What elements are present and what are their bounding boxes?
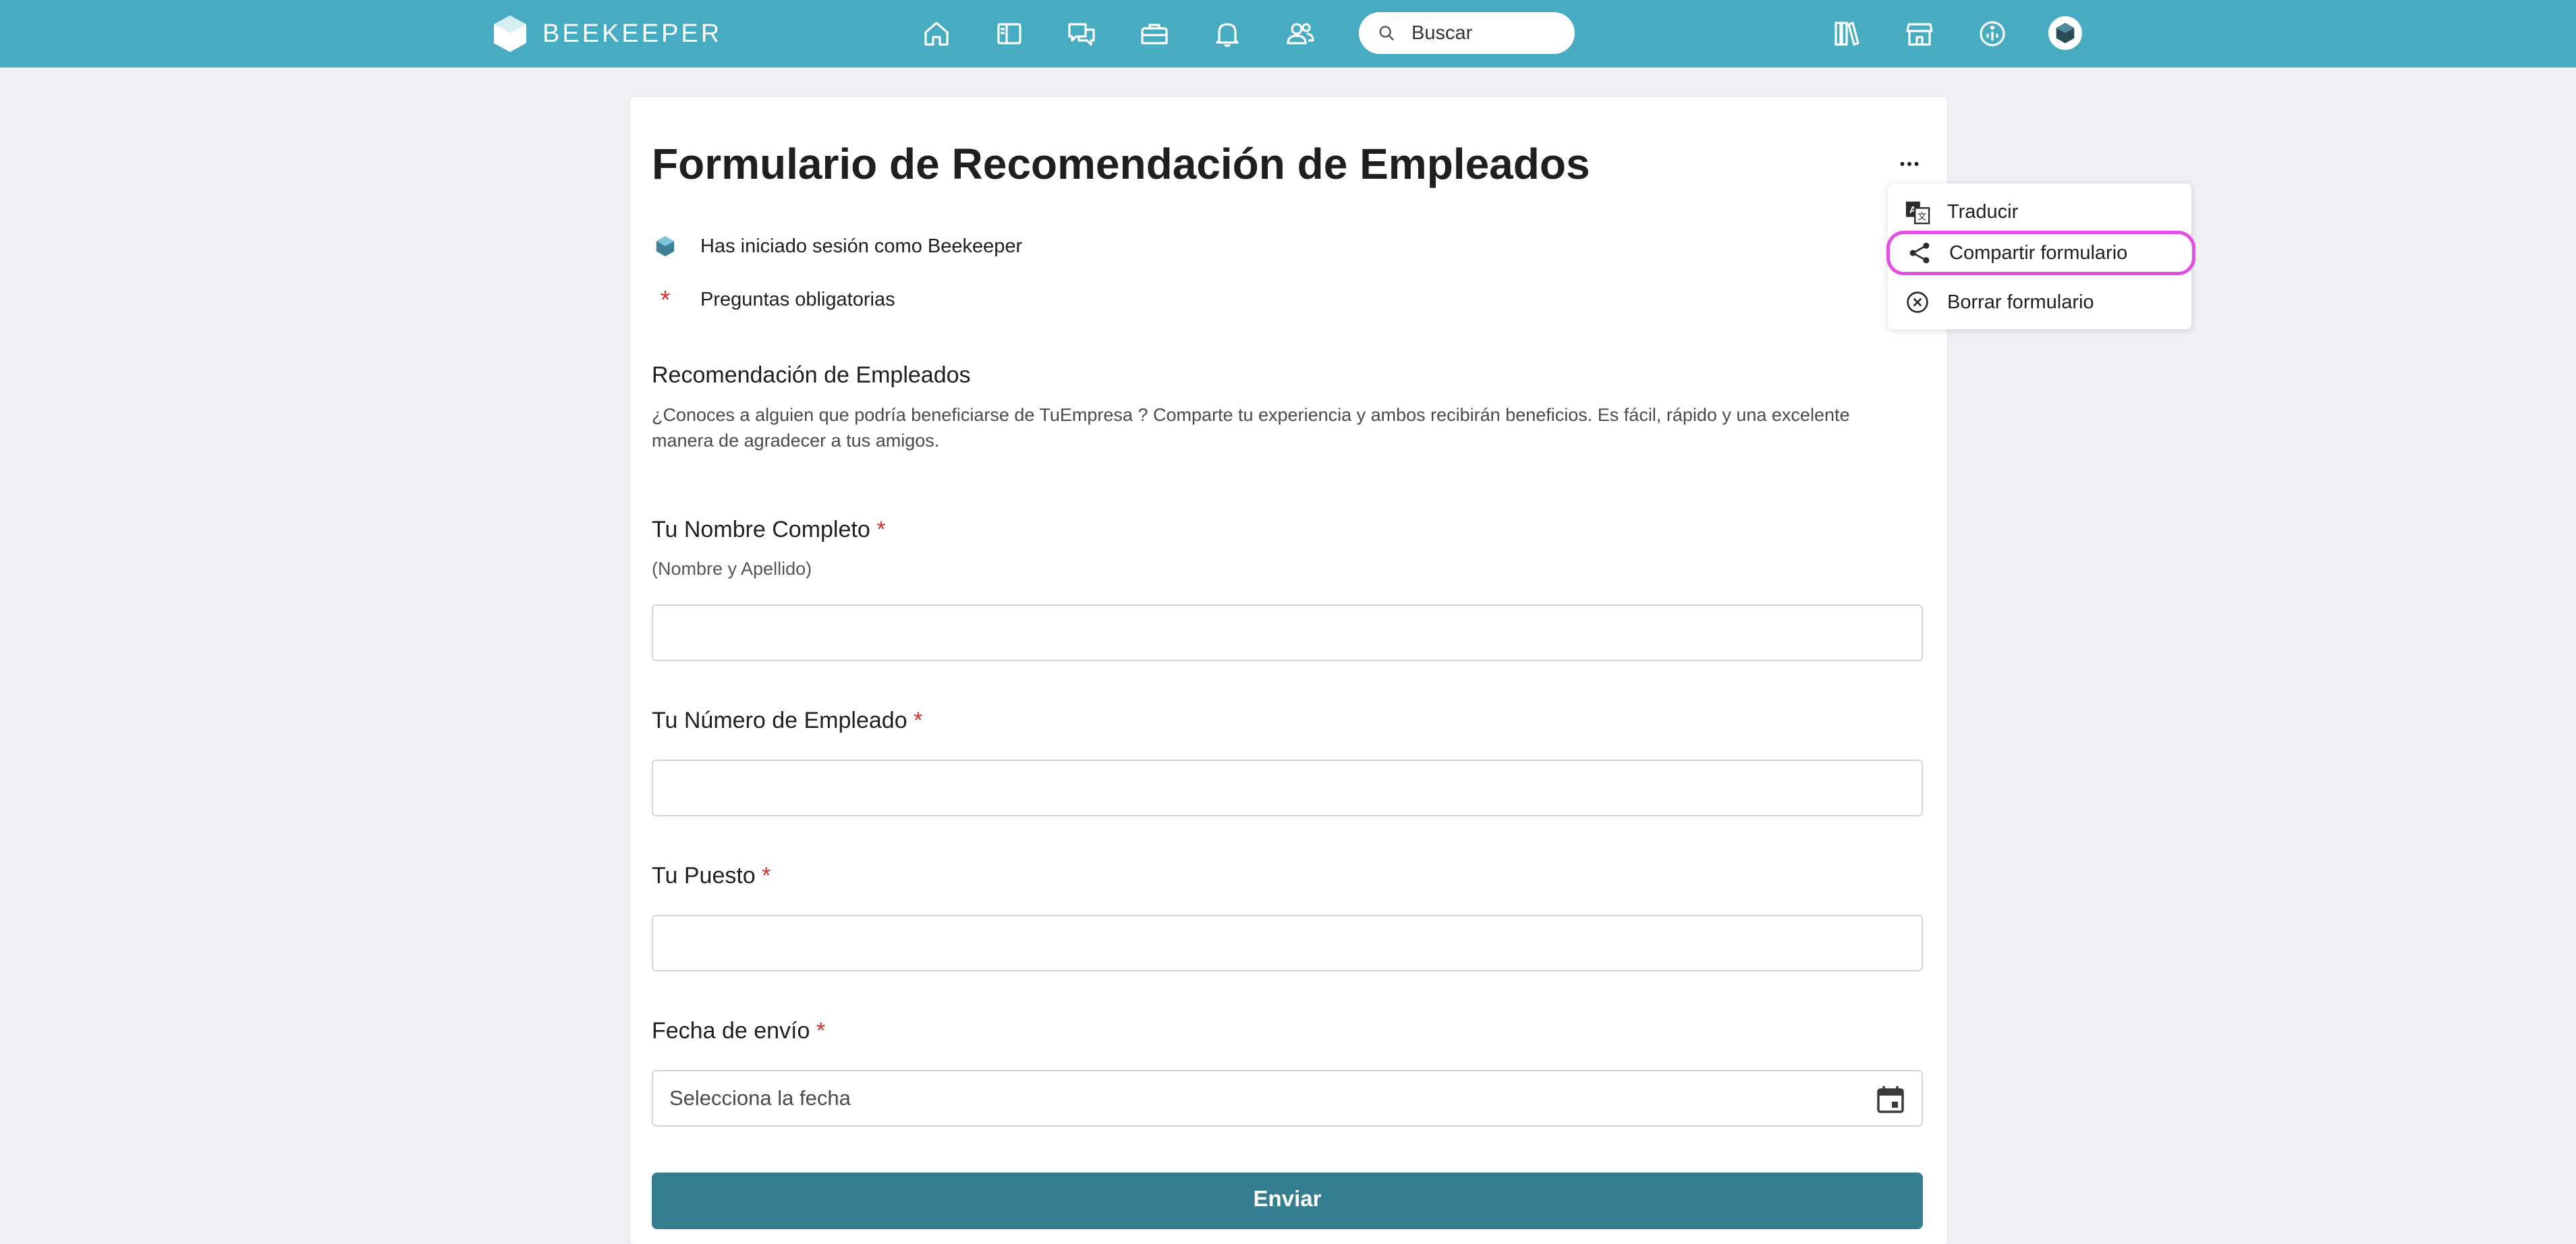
beekeeper-logo-icon: [494, 16, 526, 52]
question-full-name-hint: (Nombre y Apellido): [652, 559, 812, 579]
chats-icon[interactable]: [1063, 15, 1100, 53]
brand-logo[interactable]: BEEKEEPER: [493, 13, 722, 54]
form-card: Formulario de Recomendación de Empleados…: [630, 97, 1947, 1244]
form-title: Formulario de Recomendación de Empleados: [652, 140, 1590, 188]
info-icon[interactable]: [1973, 15, 2011, 53]
notifications-icon[interactable]: [1208, 15, 1246, 53]
required-marker: *: [816, 1018, 826, 1044]
search-input[interactable]: [1410, 21, 1575, 45]
calendar-icon[interactable]: [1874, 1083, 1907, 1116]
menu-item-label: Borrar formulario: [1947, 291, 2094, 313]
store-icon[interactable]: [1901, 15, 1938, 53]
svg-text:文: 文: [1917, 211, 1926, 221]
menu-item-translate[interactable]: A 文 Traducir: [1888, 190, 2191, 234]
employee-number-field[interactable]: [652, 760, 1923, 816]
section-title: Recomendación de Empleados: [652, 362, 971, 388]
required-asterisk-icon: *: [660, 285, 671, 314]
logged-in-user: Beekeeper: [927, 235, 1023, 257]
submission-date-input[interactable]: [653, 1071, 1922, 1125]
toolbox-icon[interactable]: [1136, 15, 1173, 53]
more-options-button[interactable]: [1896, 154, 1923, 174]
menu-item-label: Compartir formulario: [1949, 242, 2128, 264]
brand-name: BEEKEEPER: [542, 19, 723, 48]
beekeeper-hexagon-icon: [656, 235, 675, 257]
menu-item-delete-form[interactable]: Borrar formulario: [1888, 280, 2191, 324]
logged-in-prefix: Has iniciado sesión como: [700, 235, 928, 257]
menu-item-share-form[interactable]: Compartir formulario: [1886, 231, 2195, 275]
search-box[interactable]: [1359, 12, 1575, 54]
required-note-text: Preguntas obligatorias: [700, 289, 895, 310]
required-marker: *: [914, 708, 923, 733]
submit-button[interactable]: Enviar: [652, 1172, 1923, 1229]
question-full-name-label: Tu Nombre Completo *: [652, 517, 885, 543]
full-name-field[interactable]: [652, 604, 1923, 661]
delete-circle-icon: [1904, 289, 1931, 316]
people-icon[interactable]: [1281, 15, 1319, 53]
position-field[interactable]: [652, 915, 1923, 971]
question-submission-date-label: Fecha de envío *: [652, 1018, 825, 1044]
more-horizontal-icon: [1900, 162, 1919, 166]
question-label-text: Tu Número de Empleado: [652, 708, 907, 733]
question-position-label: Tu Puesto *: [652, 863, 771, 889]
question-label-text: Tu Puesto: [652, 863, 756, 888]
library-icon[interactable]: [1828, 15, 1866, 53]
required-marker: *: [876, 517, 886, 542]
profile-avatar[interactable]: [2048, 16, 2082, 50]
form-options-menu: A 文 Traducir Compartir formulario Borrar…: [1886, 183, 2195, 329]
submission-date-field[interactable]: [652, 1070, 1923, 1127]
search-icon: [1379, 26, 1395, 41]
question-label-text: Fecha de envío: [652, 1018, 810, 1044]
full-name-input[interactable]: [653, 606, 1922, 660]
section-description: ¿Conoces a alguien que podría beneficiar…: [652, 405, 1850, 451]
required-marker: *: [762, 863, 771, 888]
home-icon[interactable]: [918, 15, 955, 53]
beekeeper-avatar-icon: [2056, 22, 2075, 44]
logged-in-info: Has iniciado sesión como Beekeeper: [652, 235, 1022, 258]
streams-icon[interactable]: [990, 15, 1028, 53]
question-label-text: Tu Nombre Completo: [652, 517, 870, 542]
top-navigation-bar: BEEKEEPER: [0, 0, 2576, 67]
translate-icon: A 文: [1904, 198, 1931, 225]
menu-item-label: Traducir: [1947, 200, 2019, 223]
employee-number-input[interactable]: [653, 761, 1922, 815]
share-icon: [1906, 239, 1933, 266]
required-note: * Preguntas obligatorias: [652, 285, 895, 314]
position-input[interactable]: [653, 916, 1922, 970]
question-employee-number-label: Tu Número de Empleado *: [652, 708, 922, 734]
